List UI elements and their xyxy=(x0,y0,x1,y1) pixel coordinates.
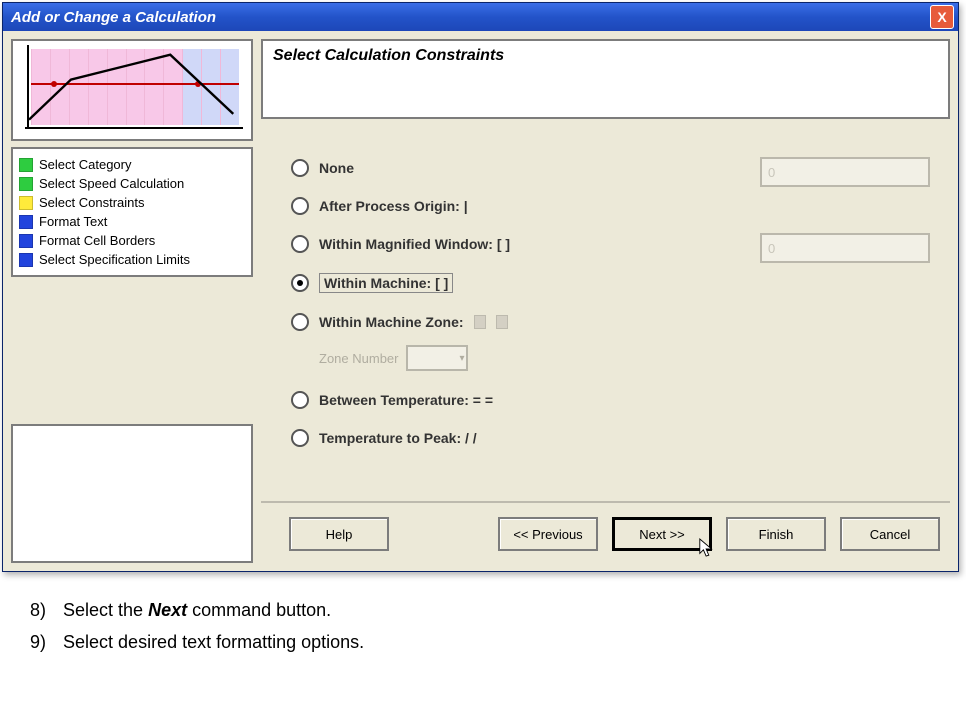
radio-icon xyxy=(291,274,309,292)
step-label: Select Category xyxy=(39,157,132,172)
window-title: Add or Change a Calculation xyxy=(11,9,216,26)
radio-icon xyxy=(291,391,309,409)
step-label: Select Specification Limits xyxy=(39,252,190,267)
next-button[interactable]: Next >> xyxy=(612,517,712,551)
description-box xyxy=(11,424,253,563)
dialog-window: Add or Change a Calculation X xyxy=(2,2,959,572)
radio-icon xyxy=(291,159,309,177)
close-icon: X xyxy=(937,9,946,25)
panel-header: Select Calculation Constraints xyxy=(261,39,950,119)
zone-box-icon xyxy=(474,315,486,329)
help-button[interactable]: Help xyxy=(289,517,389,551)
radio-label: Within Machine Zone: xyxy=(319,314,464,330)
step-label: Select Constraints xyxy=(39,195,145,210)
chart-line-icon xyxy=(29,49,239,125)
radio-icon xyxy=(291,235,309,253)
step-select-category[interactable]: Select Category xyxy=(19,155,245,174)
step-label: Format Text xyxy=(39,214,107,229)
close-button[interactable]: X xyxy=(930,5,954,29)
radio-icon xyxy=(291,429,309,447)
step-status-icon xyxy=(19,234,33,248)
radio-label: Within Magnified Window: [ ] xyxy=(319,236,510,252)
cancel-button[interactable]: Cancel xyxy=(840,517,940,551)
chevron-down-icon: ▾ xyxy=(459,353,464,364)
zone-number-combo[interactable]: ▾ xyxy=(406,345,468,371)
cursor-icon xyxy=(698,537,716,559)
radio-within-machine-zone[interactable]: Within Machine Zone: xyxy=(291,303,934,341)
radio-label: Between Temperature: = = xyxy=(319,392,493,408)
radio-icon xyxy=(291,313,309,331)
radio-label: Temperature to Peak: / / xyxy=(319,430,477,446)
wizard-steps: Select Category Select Speed Calculation… xyxy=(11,147,253,277)
radio-label: None xyxy=(319,160,354,176)
radio-label: After Process Origin: | xyxy=(319,198,468,214)
parameter-fields: 0 0 xyxy=(760,137,930,289)
radio-between-temperature[interactable]: Between Temperature: = = xyxy=(291,381,934,419)
zone-number-label: Zone Number xyxy=(319,351,398,366)
constraints-panel: None After Process Origin: | Within Magn… xyxy=(261,125,950,495)
right-column: Select Calculation Constraints None Afte… xyxy=(261,39,950,563)
instruction-9: 9) Select desired text formatting option… xyxy=(30,626,946,658)
finish-button[interactable]: Finish xyxy=(726,517,826,551)
field2-input[interactable]: 0 xyxy=(760,233,930,263)
step-status-icon xyxy=(19,215,33,229)
zone-number-row: Zone Number ▾ xyxy=(319,341,934,381)
window-body: Select Category Select Speed Calculation… xyxy=(3,31,958,571)
step-status-icon xyxy=(19,177,33,191)
radio-icon xyxy=(291,197,309,215)
titlebar: Add or Change a Calculation X xyxy=(3,3,958,31)
instruction-text: 8) Select the Next command button. 9) Se… xyxy=(0,574,966,669)
step-label: Format Cell Borders xyxy=(39,233,155,248)
step-format-cell-borders[interactable]: Format Cell Borders xyxy=(19,231,245,250)
field2-label xyxy=(760,213,930,229)
instruction-8: 8) Select the Next command button. xyxy=(30,594,946,626)
step-format-text[interactable]: Format Text xyxy=(19,212,245,231)
field1-label xyxy=(760,137,930,153)
step-status-icon xyxy=(19,196,33,210)
left-column: Select Category Select Speed Calculation… xyxy=(11,39,253,563)
preview-chart xyxy=(11,39,253,141)
step-select-specification-limits[interactable]: Select Specification Limits xyxy=(19,250,245,269)
step-status-icon xyxy=(19,158,33,172)
step-label: Select Speed Calculation xyxy=(39,176,184,191)
step-select-constraints[interactable]: Select Constraints xyxy=(19,193,245,212)
field1-input[interactable]: 0 xyxy=(760,157,930,187)
panel-title: Select Calculation Constraints xyxy=(273,47,938,65)
previous-button[interactable]: << Previous xyxy=(498,517,598,551)
radio-temperature-to-peak[interactable]: Temperature to Peak: / / xyxy=(291,419,934,457)
zone-box-icon xyxy=(496,315,508,329)
step-status-icon xyxy=(19,253,33,267)
radio-label: Within Machine: [ ] xyxy=(319,273,453,293)
step-select-speed-calculation[interactable]: Select Speed Calculation xyxy=(19,174,245,193)
button-row: Help << Previous Next >> Finish Cancel xyxy=(261,501,950,563)
